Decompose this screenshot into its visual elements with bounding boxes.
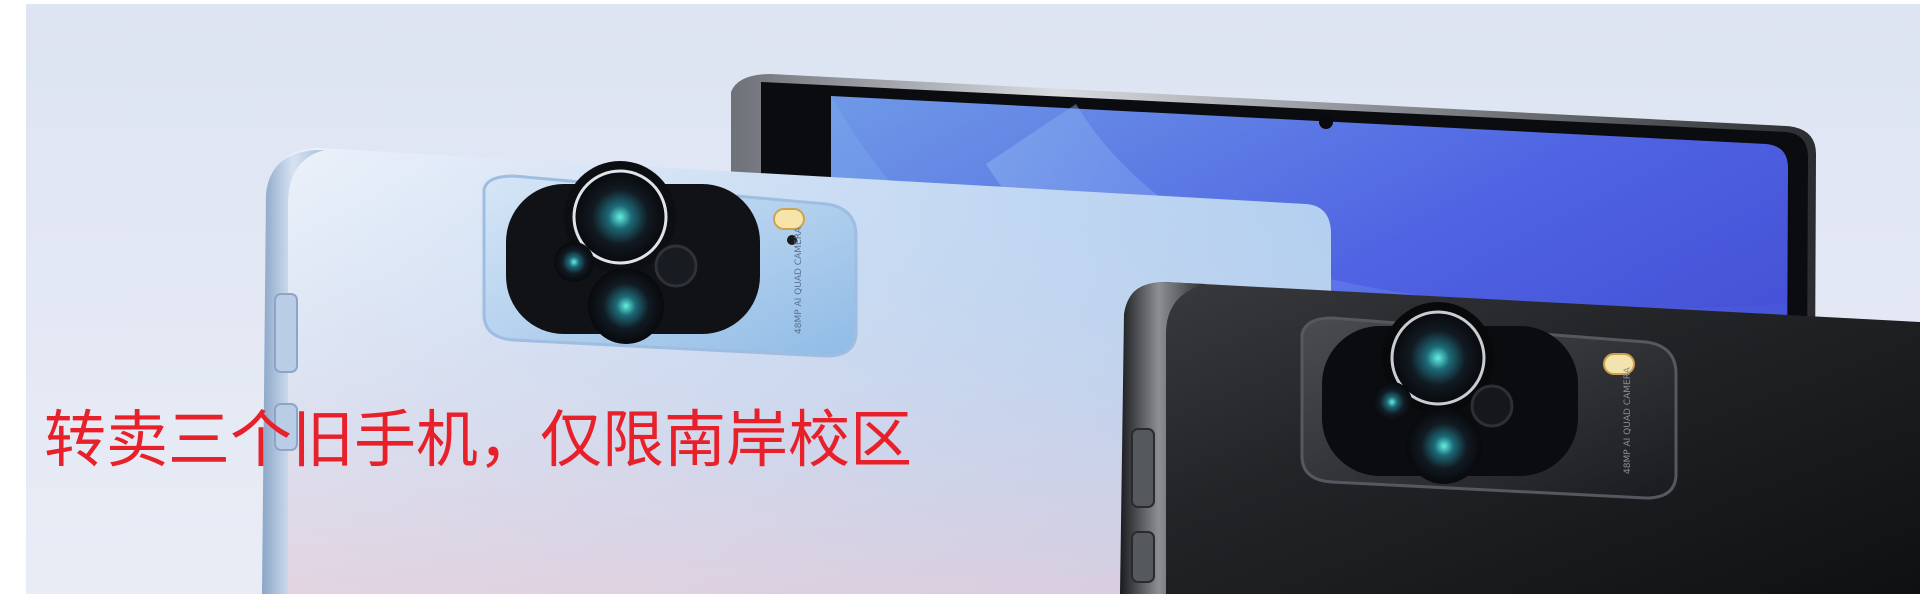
front-camera-hole xyxy=(1319,115,1333,129)
product-banner: 48MP AI QUAD CAMERA 48MP AI QUAD CAMERA xyxy=(26,4,1920,594)
blue-lens-text: 48MP AI QUAD CAMERA xyxy=(794,226,804,334)
blue-lens-4 xyxy=(588,268,664,344)
blue-lens-3 xyxy=(654,244,698,288)
phones-illustration: 48MP AI QUAD CAMERA 48MP AI QUAD CAMERA xyxy=(262,74,1920,594)
stage: 48MP AI QUAD CAMERA 48MP AI QUAD CAMERA xyxy=(0,0,1920,600)
blue-lens-2 xyxy=(554,242,594,282)
black-lens-4 xyxy=(1406,408,1482,484)
black-lens-3 xyxy=(1470,384,1514,428)
black-lens-2 xyxy=(1372,382,1412,422)
black-lens-text: 48MP AI QUAD CAMERA xyxy=(1623,366,1633,474)
black-phone-back: 48MP AI QUAD CAMERA xyxy=(1120,282,1920,594)
black-phone-power-button xyxy=(1131,531,1155,583)
caption-text: 转卖三个旧手机，仅限南岸校区 xyxy=(44,403,913,476)
blue-phone-volume-button xyxy=(274,293,298,373)
blue-flash xyxy=(773,208,805,230)
black-phone-volume-button xyxy=(1131,428,1155,508)
